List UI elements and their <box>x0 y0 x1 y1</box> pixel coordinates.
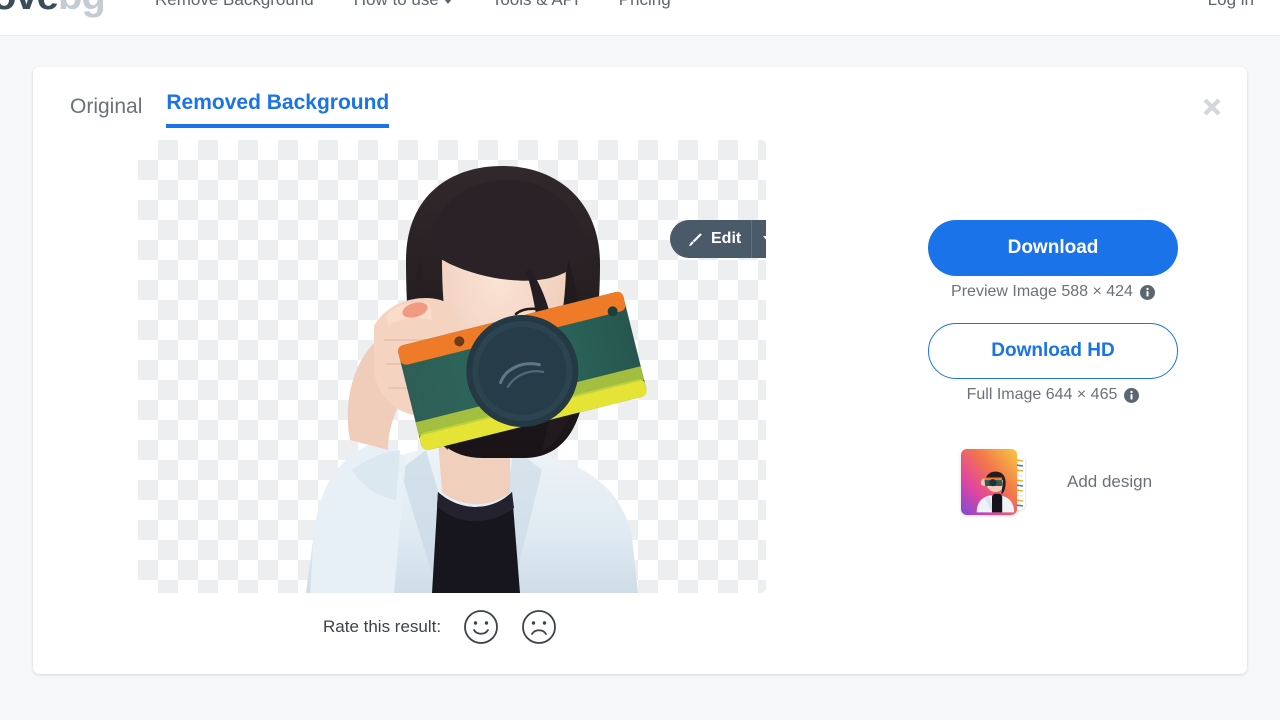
rate-label: Rate this result: <box>323 617 442 636</box>
paintbrush-icon <box>688 232 702 246</box>
nav-item-pricing[interactable]: Pricing <box>619 0 671 10</box>
nav-label: Pricing <box>619 0 671 10</box>
nav-label: How to use <box>354 0 439 10</box>
rate-result-row: Rate this result: <box>323 609 557 645</box>
edit-button-main[interactable]: Edit <box>670 220 751 258</box>
result-image-canvas[interactable]: Edit <box>138 140 766 593</box>
design-thumbnail-photo <box>961 449 1017 515</box>
nav-label: Remove Background <box>155 0 314 10</box>
smiley-face-icon[interactable] <box>463 609 499 645</box>
main-navigation: Remove Background How to use Tools & API… <box>155 0 671 10</box>
tab-removed-background[interactable]: Removed Background <box>166 91 390 128</box>
edit-button-label: Edit <box>711 230 742 247</box>
info-icon[interactable] <box>1124 387 1140 403</box>
nav-label: Tools & API <box>492 0 579 10</box>
info-icon[interactable] <box>1139 284 1155 300</box>
full-caption-text: Full Image 644 × 465 <box>966 386 1118 403</box>
frowny-face-icon[interactable] <box>521 609 557 645</box>
nav-item-how-to-use[interactable]: How to use <box>354 0 452 10</box>
edit-dropdown-toggle[interactable] <box>751 220 766 258</box>
design-thumbnail-stack-icon <box>961 449 1049 515</box>
download-button[interactable]: Download <box>928 220 1178 276</box>
preview-caption-text: Preview Image 588 × 424 <box>951 283 1133 300</box>
nav-item-remove-background[interactable]: Remove Background <box>155 0 314 10</box>
site-header: ovebg Remove Background How to use Tools… <box>0 0 1280 36</box>
tab-original[interactable]: Original <box>70 95 142 128</box>
logo-dark-text: ove <box>0 0 59 18</box>
full-image-caption: Full Image 644 × 465 <box>895 386 1211 404</box>
add-design-label: Add design <box>1067 472 1153 491</box>
close-icon[interactable] <box>1195 90 1229 124</box>
logo[interactable]: ovebg <box>0 0 106 19</box>
login-link[interactable]: Log in <box>1208 0 1254 10</box>
result-card: Original Removed Background Edit Rate th… <box>33 67 1247 674</box>
edit-button[interactable]: Edit <box>670 220 766 258</box>
logo-light-text: bg <box>58 0 106 18</box>
nav-item-tools-and-api[interactable]: Tools & API <box>492 0 579 10</box>
chevron-down-icon <box>763 236 766 242</box>
cutout-subject-image <box>306 166 647 593</box>
download-hd-button[interactable]: Download HD <box>928 323 1178 379</box>
preview-image-caption: Preview Image 588 × 424 <box>895 283 1211 301</box>
chevron-down-icon <box>443 0 452 4</box>
add-design-button[interactable]: Add design <box>961 449 1152 515</box>
view-tabs: Original Removed Background <box>70 91 390 128</box>
